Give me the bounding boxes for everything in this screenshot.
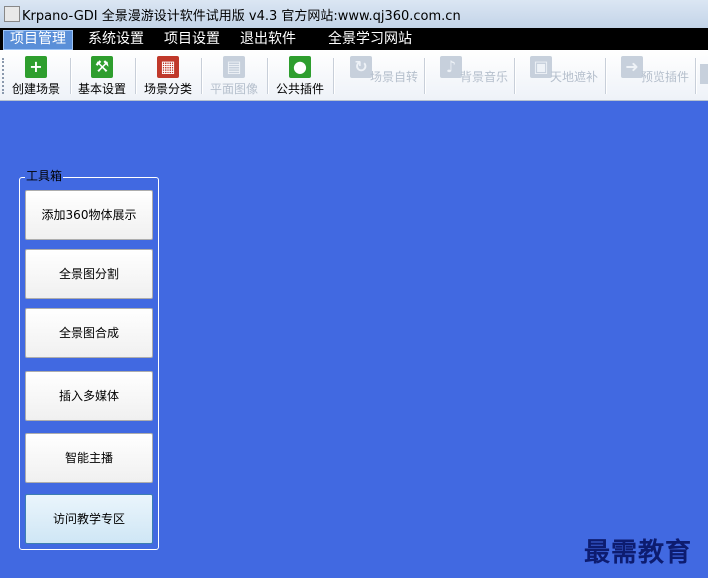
panorama-split-button[interactable]: 全景图分割 (25, 249, 153, 299)
smart-host-button[interactable]: 智能主播 (25, 433, 153, 483)
toolbar-separator (424, 58, 426, 94)
scene-category-button[interactable]: ▦ 场景分类 (140, 54, 196, 98)
floor-plan-button[interactable]: ▤ 平面图像 (206, 54, 262, 98)
toolbar-separator (514, 58, 516, 94)
grid-icon: ▦ (157, 56, 179, 78)
public-plugin-button[interactable]: ● 公共插件 (272, 54, 328, 98)
create-scene-button[interactable]: + 创建场景 (8, 54, 64, 98)
menu-exit[interactable]: 退出软件 (234, 30, 302, 48)
preview-plugin-button[interactable]: ➜ 预览插件 (609, 54, 693, 98)
nadir-patch-button[interactable]: ▣ 天地遮补 (518, 54, 602, 98)
menu-learning-site[interactable]: 全景学习网站 (322, 30, 418, 48)
app-icon (4, 6, 20, 22)
menu-bar: 项目管理 系统设置 项目设置 退出软件 全景学习网站 (0, 28, 708, 50)
add-360-object-button[interactable]: 添加360物体展示 (25, 190, 153, 240)
toolbar-separator (135, 58, 137, 94)
scene-rotate-button[interactable]: ↻ 场景自转 (338, 54, 422, 98)
tutorial-zone-button[interactable]: 访问教学专区 (25, 494, 153, 544)
panorama-merge-button[interactable]: 全景图合成 (25, 308, 153, 358)
toolbar-separator (695, 58, 697, 94)
basic-settings-button[interactable]: ⚒ 基本设置 (74, 54, 130, 98)
toolbox-title: 工具箱 (25, 167, 64, 184)
toolbar-separator (70, 58, 72, 94)
menu-system-settings[interactable]: 系统设置 (82, 30, 150, 48)
insert-media-button[interactable]: 插入多媒体 (25, 371, 153, 421)
background-music-button[interactable]: ♪ 背景音乐 (428, 54, 512, 98)
toolbar-separator (267, 58, 269, 94)
plus-icon: + (25, 56, 47, 78)
title-bar: Krpano-GDI 全景漫游设计软件试用版 v4.3 官方网站:www.qj3… (0, 0, 708, 29)
watermark: 最需教育 (584, 538, 693, 568)
toolbar-separator (201, 58, 203, 94)
hammer-icon: ⚒ (91, 56, 113, 78)
menu-project-settings[interactable]: 项目设置 (158, 30, 226, 48)
toolbar-grip[interactable] (2, 58, 6, 94)
toolbar-separator (333, 58, 335, 94)
menu-project-manage[interactable]: 项目管理 (3, 30, 73, 50)
user-icon: ● (289, 56, 311, 78)
window-title: Krpano-GDI 全景漫游设计软件试用版 v4.3 官方网站:www.qj3… (22, 9, 461, 24)
toolbar: + 创建场景 ⚒ 基本设置 ▦ 场景分类 ▤ 平面图像 ● 公共插件 ↻ 场景自… (0, 50, 708, 101)
toolbar-separator (605, 58, 607, 94)
overflow-icon[interactable] (700, 64, 708, 84)
map-icon: ▤ (223, 56, 245, 78)
